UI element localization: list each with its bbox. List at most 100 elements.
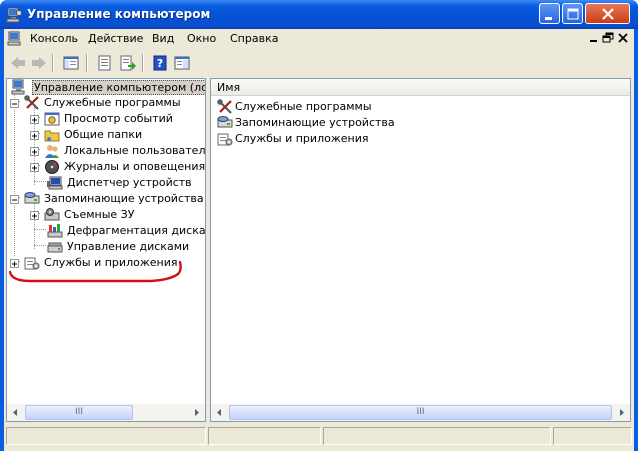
- expand-icon[interactable]: [30, 131, 39, 140]
- tree-node-label: Диспетчер устройств: [67, 176, 192, 189]
- tree-horizontal-scrollbar[interactable]: III: [7, 404, 205, 421]
- status-cell: [553, 427, 632, 445]
- tree-node-storage[interactable]: Запоминающие устройства: [7, 191, 205, 207]
- menu-action[interactable]: Действие: [88, 32, 143, 45]
- collapse-icon[interactable]: [10, 195, 19, 204]
- tree-node-event-viewer[interactable]: Просмотр событий: [7, 111, 205, 127]
- action-pane-button[interactable]: [171, 53, 193, 73]
- console-tree-icon: [63, 56, 79, 70]
- scroll-right-icon: [195, 409, 199, 416]
- tree-node-system-tools[interactable]: Служебные программы: [7, 95, 205, 111]
- storage-icon: [217, 115, 233, 131]
- scroll-grip: III: [416, 407, 425, 417]
- export-list-button[interactable]: [117, 53, 139, 73]
- maximize-button[interactable]: [562, 3, 583, 24]
- back-button[interactable]: [6, 53, 28, 73]
- tree-node-services-apps[interactable]: Службы и приложения: [7, 255, 205, 271]
- disk-management-icon: [47, 239, 63, 255]
- scroll-thumb[interactable]: III: [25, 405, 133, 420]
- scroll-right-icon: [620, 409, 624, 416]
- tree-node-label: Просмотр событий: [64, 112, 173, 125]
- expand-icon[interactable]: [30, 163, 39, 172]
- tree-node-defrag[interactable]: Дефрагментация диска: [7, 223, 205, 239]
- toolbar-separator: [142, 54, 144, 72]
- forward-arrow-icon: [32, 57, 46, 69]
- window-title: Управление компьютером: [27, 7, 211, 21]
- expand-icon[interactable]: [10, 259, 19, 268]
- computer-management-icon: [6, 7, 22, 23]
- menu-console[interactable]: Консоль: [30, 32, 78, 45]
- scroll-right-button[interactable]: [188, 404, 205, 421]
- list-item-services-apps[interactable]: Службы и приложения: [217, 131, 517, 147]
- column-header-name[interactable]: Имя: [211, 79, 630, 96]
- storage-icon: [24, 191, 40, 207]
- tree-node-root[interactable]: Управление компьютером (локальн: [9, 79, 205, 95]
- expand-icon[interactable]: [30, 211, 39, 220]
- minimize-button[interactable]: [539, 3, 560, 24]
- tree-node-local-users[interactable]: Локальные пользователи: [7, 143, 205, 159]
- menu-help[interactable]: Справка: [230, 32, 278, 45]
- removable-storage-icon: [44, 207, 60, 223]
- status-cell: [323, 427, 551, 445]
- close-button[interactable]: [585, 3, 630, 24]
- menu-view[interactable]: Вид: [152, 32, 174, 45]
- tree-node-label: Службы и приложения: [44, 256, 178, 269]
- export-list-icon: [120, 55, 136, 71]
- results-pane[interactable]: Имя Служебные программы Запоминающие уст…: [210, 78, 631, 422]
- toolbar-separator: [52, 54, 54, 72]
- tree-node-label: Запоминающие устройства: [44, 192, 204, 205]
- properties-button[interactable]: [94, 53, 116, 73]
- expand-icon[interactable]: [30, 115, 39, 124]
- tree-node-label: Съемные ЗУ: [64, 208, 135, 221]
- svg-text:?: ?: [157, 57, 163, 70]
- tree-node-disk-management[interactable]: Управление дисками: [7, 239, 205, 255]
- toolbar-separator: [86, 54, 88, 72]
- tree-node-label: Журналы и оповещения пр: [64, 160, 206, 173]
- defrag-icon: [47, 223, 63, 239]
- tree-node-removable-storage[interactable]: Съемные ЗУ: [7, 207, 205, 223]
- scroll-left-button[interactable]: [7, 404, 24, 421]
- scroll-left-icon: [13, 409, 17, 416]
- status-bar: [6, 425, 632, 447]
- action-pane-icon: [174, 56, 190, 70]
- console-menu-icon[interactable]: [7, 31, 23, 47]
- event-viewer-icon: [44, 111, 60, 127]
- services-apps-icon: [217, 131, 233, 147]
- services-apps-icon: [24, 255, 40, 271]
- tree-node-label: Дефрагментация диска: [67, 224, 206, 237]
- device-manager-icon: [47, 175, 63, 191]
- scroll-grip: III: [75, 407, 83, 417]
- scroll-left-button[interactable]: [211, 404, 228, 421]
- title-bar[interactable]: Управление компьютером: [0, 0, 638, 29]
- computer-management-icon: [11, 79, 27, 95]
- scroll-left-icon: [217, 409, 221, 416]
- tree-node-shared-folders[interactable]: Общие папки: [7, 127, 205, 143]
- scroll-thumb[interactable]: III: [229, 405, 612, 420]
- status-cell: [208, 427, 321, 445]
- expand-icon[interactable]: [30, 147, 39, 156]
- shared-folders-icon: [44, 127, 60, 143]
- results-horizontal-scrollbar[interactable]: III: [211, 404, 630, 421]
- mdi-close-button[interactable]: [616, 31, 630, 45]
- tree-node-device-manager[interactable]: Диспетчер устройств: [7, 175, 205, 191]
- scroll-right-button[interactable]: [613, 404, 630, 421]
- local-users-icon: [44, 143, 60, 159]
- tree-node-label: Общие папки: [64, 128, 143, 141]
- list-item-storage[interactable]: Запоминающие устройства: [217, 115, 517, 131]
- list-item-system-tools[interactable]: Служебные программы: [217, 99, 517, 115]
- help-button[interactable]: ?: [149, 53, 171, 73]
- forward-button[interactable]: [27, 53, 49, 73]
- mdi-minimize-button[interactable]: [587, 31, 601, 45]
- collapse-icon[interactable]: [10, 99, 19, 108]
- performance-logs-icon: [44, 159, 60, 175]
- tree-node-performance-logs[interactable]: Журналы и оповещения пр: [7, 159, 205, 175]
- menu-bar: Консоль Действие Вид Окно Справка: [4, 29, 634, 48]
- mdi-restore-button[interactable]: [601, 31, 615, 45]
- tree-node-label: Управление дисками: [67, 240, 190, 253]
- help-icon: ?: [153, 55, 167, 71]
- show-hide-tree-button[interactable]: [60, 53, 82, 73]
- console-tree-pane[interactable]: Управление компьютером (локальн Служебны…: [6, 78, 206, 422]
- app-window: Управление компьютером Консоль Действие …: [0, 0, 638, 451]
- menu-window[interactable]: Окно: [187, 32, 216, 45]
- list-item-label: Службы и приложения: [235, 132, 369, 145]
